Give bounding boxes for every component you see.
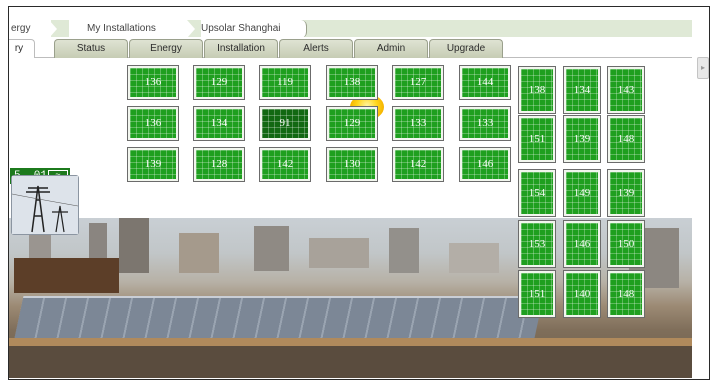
roof-deck xyxy=(9,346,692,378)
building xyxy=(389,228,419,273)
solar-panel[interactable]: 133 xyxy=(459,106,511,141)
solar-panel[interactable]: 153 xyxy=(518,220,556,268)
breadcrumb-item-upsolar-shanghai[interactable]: Upsolar Shanghai xyxy=(201,20,307,38)
breadcrumb-separator xyxy=(187,20,195,38)
tab-summary[interactable]: ry xyxy=(9,39,35,58)
tab-status[interactable]: Status xyxy=(54,39,128,58)
tab-label: Status xyxy=(76,43,106,54)
tab-energy[interactable]: Energy xyxy=(129,39,203,58)
solar-panel[interactable]: 119 xyxy=(259,65,311,100)
solar-array-photo xyxy=(14,296,544,338)
solar-panel[interactable]: 148 xyxy=(607,115,645,163)
scroll-right-button[interactable]: ▸ xyxy=(697,57,709,79)
chevron-right-icon: ▸ xyxy=(700,63,705,72)
solar-panel[interactable]: 136 xyxy=(127,106,179,141)
breadcrumb-item-energy[interactable]: ergy xyxy=(9,20,51,38)
tab-installation[interactable]: Installation xyxy=(204,39,278,58)
solar-panel[interactable]: 133 xyxy=(392,106,444,141)
solar-panel[interactable]: 129 xyxy=(326,106,378,141)
solar-panel[interactable]: 142 xyxy=(392,147,444,182)
breadcrumb-item-my-installations[interactable]: My Installations xyxy=(69,20,187,38)
solar-panel[interactable]: 149 xyxy=(563,169,601,217)
solar-panel[interactable]: 129 xyxy=(193,65,245,100)
solar-panel[interactable]: 134 xyxy=(563,66,601,114)
breadcrumb-label: ergy xyxy=(11,23,31,34)
building xyxy=(309,238,369,268)
solar-panel[interactable]: 144 xyxy=(459,65,511,100)
roof-railing xyxy=(9,338,692,346)
solar-panel[interactable]: 142 xyxy=(259,147,311,182)
building xyxy=(179,233,219,273)
tab-label: Upgrade xyxy=(446,43,486,54)
solar-panel[interactable]: 150 xyxy=(607,220,645,268)
solar-panel[interactable]: 136 xyxy=(127,65,179,100)
breadcrumb-label: Upsolar Shanghai xyxy=(201,23,281,34)
tab-upgrade[interactable]: Upgrade xyxy=(429,39,503,58)
solar-panel[interactable]: 151 xyxy=(518,115,556,163)
installation-view: 5. 01 ≈ 13612911913812714413613491129133… xyxy=(9,58,692,379)
solar-panel[interactable]: 151 xyxy=(518,270,556,318)
tab-label: ry xyxy=(14,43,24,54)
solar-panel[interactable]: 134 xyxy=(193,106,245,141)
solar-panel[interactable]: 138 xyxy=(518,66,556,114)
solar-panel[interactable]: 148 xyxy=(607,270,645,318)
grid-tower-icon[interactable] xyxy=(11,175,79,235)
solar-panel[interactable]: 127 xyxy=(392,65,444,100)
solar-panel[interactable]: 154 xyxy=(518,169,556,217)
tab-label: Installation xyxy=(217,43,265,54)
solar-panel[interactable]: 140 xyxy=(563,270,601,318)
power-tower-graphic xyxy=(11,176,79,234)
solar-panel[interactable]: 138 xyxy=(326,65,378,100)
breadcrumb-bar: ergy My Installations Upsolar Shanghai xyxy=(9,20,692,38)
wooden-pergola xyxy=(14,258,119,293)
solar-panel[interactable]: 143 xyxy=(607,66,645,114)
tab-admin[interactable]: Admin xyxy=(354,39,428,58)
tab-label: Admin xyxy=(376,43,406,54)
breadcrumb-label: My Installations xyxy=(87,23,156,34)
breadcrumb-separator xyxy=(49,20,57,38)
building xyxy=(254,226,289,271)
solar-panel[interactable]: 91 xyxy=(259,106,311,141)
building xyxy=(449,243,499,273)
app-window: ergy My Installations Upsolar Shanghai r… xyxy=(8,6,710,380)
solar-panel[interactable]: 139 xyxy=(607,169,645,217)
tab-alerts[interactable]: Alerts xyxy=(279,39,353,58)
solar-panel[interactable]: 146 xyxy=(563,220,601,268)
solar-panel[interactable]: 128 xyxy=(193,147,245,182)
tab-label: Alerts xyxy=(303,43,329,54)
solar-panel[interactable]: 139 xyxy=(127,147,179,182)
tab-label: Energy xyxy=(150,43,182,54)
solar-panel[interactable]: 146 xyxy=(459,147,511,182)
solar-panel[interactable]: 130 xyxy=(326,147,378,182)
building xyxy=(119,218,149,273)
solar-panel[interactable]: 139 xyxy=(563,115,601,163)
tab-bar: ry Status Energy Installation Alerts Adm… xyxy=(9,37,692,58)
